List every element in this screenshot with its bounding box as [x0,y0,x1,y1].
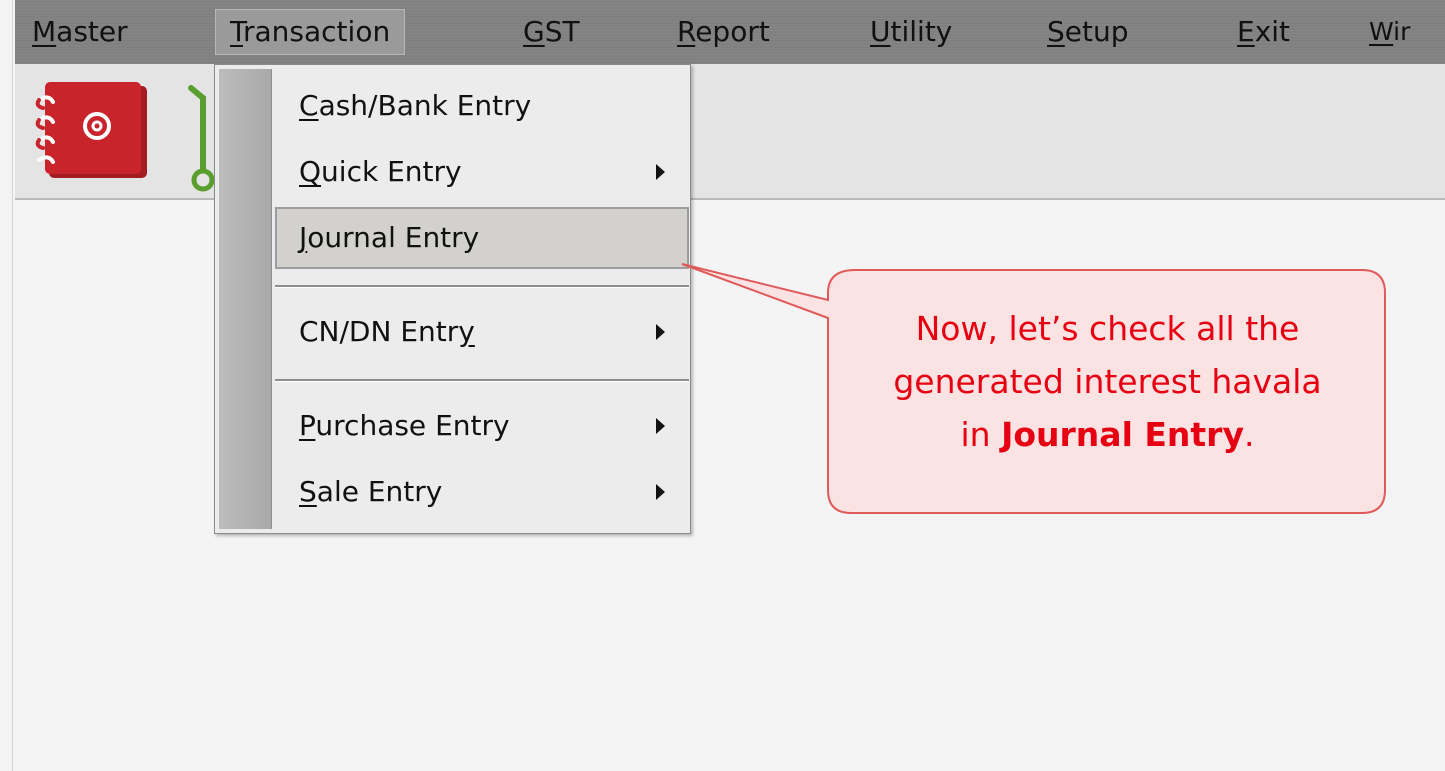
menu-item-sale-entry[interactable]: Sale Entry [275,461,689,523]
menu-window[interactable]: Wir [1369,9,1410,55]
menu-gst[interactable]: GST [523,9,580,55]
menu-separator [275,379,689,382]
submenu-arrow-icon [656,164,665,180]
menu-gutter [219,69,272,529]
callout-text: Now, let’s check all the generated inter… [893,309,1322,454]
menu-item-cash-bank-entry[interactable]: Cash/Bank Entry [275,75,689,137]
menu-item-quick-entry[interactable]: Quick Entry [275,141,689,203]
menu-separator [275,285,689,288]
menu-master-label-rest: aster [56,15,128,48]
menu-bar: Master Transaction GST Report Utility Se… [15,0,1445,64]
menu-item-purchase-entry[interactable]: Purchase Entry [275,395,689,457]
address-book-icon[interactable] [35,82,151,182]
submenu-arrow-icon [656,484,665,500]
menu-exit[interactable]: Exit [1237,9,1290,55]
menu-report[interactable]: Report [677,9,770,55]
menu-transaction[interactable]: Transaction [215,9,406,55]
menu-utility[interactable]: Utility [870,9,952,55]
submenu-arrow-icon [656,324,665,340]
menu-item-journal-entry[interactable]: Journal Entry [275,207,689,269]
menu-master[interactable]: Master [32,9,128,55]
menu-item-cn-dn-entry[interactable]: CN/DN Entry [275,301,689,363]
transaction-dropdown: Cash/Bank Entry Quick Entry Journal Entr… [214,64,691,534]
submenu-arrow-icon [656,418,665,434]
menu-setup[interactable]: Setup [1047,9,1129,55]
